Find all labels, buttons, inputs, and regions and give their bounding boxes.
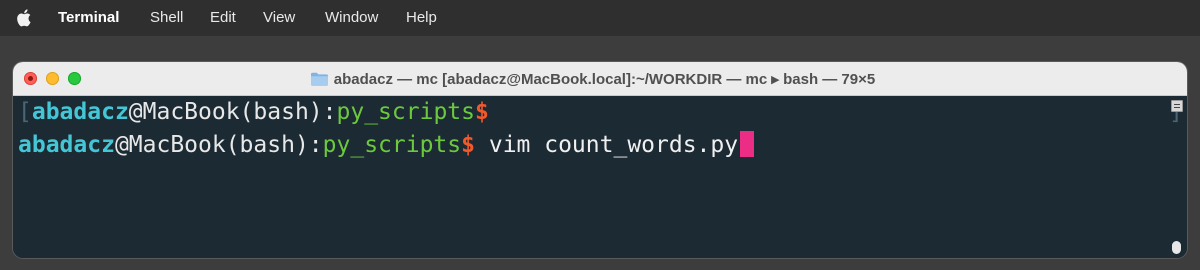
prompt-symbol: $	[475, 99, 489, 125]
terminal-window: abadacz — mc [abadacz@MacBook.local]:~/W…	[13, 62, 1187, 258]
menu-edit[interactable]: Edit	[210, 0, 236, 36]
menu-window[interactable]: Window	[325, 0, 378, 36]
terminal-content[interactable]: [abadacz@MacBook(bash):py_scripts$ abada…	[13, 96, 1187, 258]
prompt-user: abadacz	[18, 132, 115, 158]
scroll-split-handle[interactable]	[1171, 100, 1183, 112]
prompt-user: abadacz	[31, 99, 129, 125]
menu-help[interactable]: Help	[406, 0, 437, 36]
prompt-host: @MacBook(bash):	[128, 99, 337, 125]
menu-shell[interactable]: Shell	[150, 0, 183, 36]
prompt-path: py_scripts	[336, 99, 475, 125]
scrollbar-thumb[interactable]	[1172, 241, 1181, 254]
prompt-host: @MacBook(bash):	[114, 132, 323, 158]
bracket-left: [	[18, 99, 32, 125]
menu-bar: Terminal Shell Edit View Window Help	[0, 0, 1200, 36]
window-title: abadacz — mc [abadacz@MacBook.local]:~/W…	[333, 70, 876, 88]
folder-icon	[310, 72, 328, 86]
menu-view[interactable]: View	[263, 0, 295, 36]
text-cursor	[740, 131, 755, 157]
prompt-symbol: $	[461, 132, 475, 158]
terminal-line: [abadacz@MacBook(bash):py_scripts$	[18, 97, 489, 127]
prompt-path: py_scripts	[322, 132, 462, 158]
terminal-line: abadacz@MacBook(bash):py_scripts$ vim co…	[18, 130, 755, 160]
typed-command[interactable]: vim count_words.py	[475, 132, 738, 158]
apple-menu-icon[interactable]	[17, 8, 33, 27]
title-bar[interactable]: abadacz — mc [abadacz@MacBook.local]:~/W…	[13, 62, 1187, 96]
menu-app-terminal[interactable]: Terminal	[58, 0, 119, 36]
window-title-container: abadacz — mc [abadacz@MacBook.local]:~/W…	[13, 62, 1187, 95]
